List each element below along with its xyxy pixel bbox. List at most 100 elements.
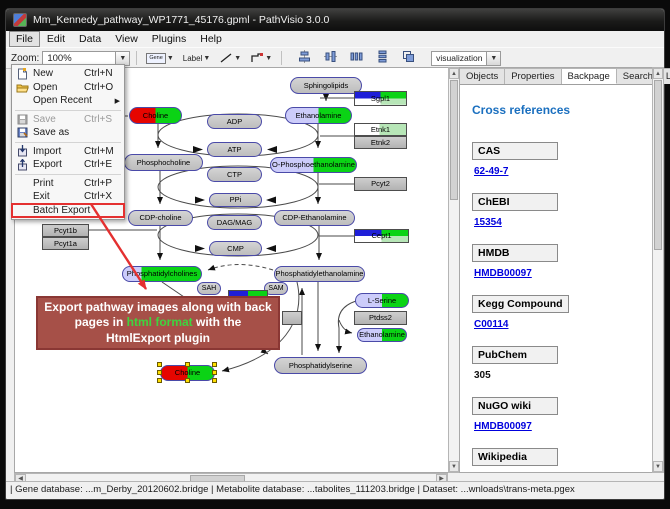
selection-handle[interactable] [185,362,190,367]
panel-scrollbar[interactable]: ▲ ▼ [652,67,664,473]
file-menu-popup: NewCtrl+NOpenCtrl+OOpen Recent▶ SaveCtrl+… [11,64,125,220]
pathway-node-pcyt1b[interactable]: Pcyt1b [42,224,89,237]
menu-item-shortcut: Ctrl+E [84,159,120,170]
menubar-item-help[interactable]: Help [193,31,229,47]
tab-properties[interactable]: Properties [505,68,561,84]
file-menu-item-import[interactable]: ImportCtrl+M [12,145,124,159]
xref-section-hmdb: HMDBHMDB00097 [472,243,641,279]
title-bar[interactable]: Mm_Kennedy_pathway_WP1771_45176.gpml - P… [6,9,664,31]
distribute-vertical-icon [376,50,389,66]
pathway-node-o-phosphoethanolamine[interactable]: O-Phosphoethanolamine [270,157,357,173]
pathway-node-phosphocholine[interactable]: Phosphocholine [124,154,203,171]
pathway-node-adp[interactable]: ADP [207,114,262,129]
common-size-button[interactable] [398,50,418,66]
pathway-node-cmp[interactable]: CMP [209,241,262,256]
distribute-vertical-button[interactable] [372,50,392,66]
xref-link[interactable]: 15354 [474,217,641,228]
selection-handle[interactable] [157,378,162,383]
line-tool-button[interactable]: ▼ [216,50,244,66]
scroll-up-icon[interactable]: ▲ [653,68,663,79]
menubar-item-edit[interactable]: Edit [40,31,72,47]
node-label: Choline [143,112,168,120]
xref-link[interactable]: 62-49-7 [474,166,641,177]
chevron-down-icon[interactable]: ▼ [167,55,174,62]
scrollbar-thumb[interactable] [654,80,662,250]
pathway-node-ctp[interactable]: CTP [207,167,262,182]
node-label: Cept1 [371,232,391,240]
pathway-node-etnk1[interactable]: Etnk1 [354,123,407,136]
pathway-node-dag-mag[interactable]: DAG/MAG [207,215,262,230]
pathway-node-ethanolamine[interactable]: Ethanolamine [285,107,352,124]
file-menu-item-save[interactable]: SaveCtrl+S [12,113,124,127]
tab-objects[interactable]: Objects [460,68,505,84]
node-label: Pcyt1b [54,227,77,235]
visualization-dropdown-icon[interactable]: ▼ [486,52,500,65]
node-label: Sphingolipids [304,82,349,90]
align-middle-button[interactable] [320,50,340,66]
file-menu-item-batch-export[interactable]: Batch Export [12,204,124,218]
pathway-node-cdp-ethanolamine[interactable]: CDP-Ethanolamine [274,210,355,226]
pathway-node-atp[interactable]: ATP [207,142,262,157]
xref-link[interactable]: HMDB00097 [474,421,641,432]
pathway-node-unlabeled[interactable] [282,311,302,325]
pathway-node-ptdss2[interactable]: Ptdss2 [354,311,407,325]
pathway-node-cept1[interactable]: Cept1 [354,229,409,243]
cross-references-list: CAS62-49-7ChEBI15354HMDBHMDB00097Kegg Co… [472,141,641,469]
menubar-item-plugins[interactable]: Plugins [145,31,193,47]
file-menu-item-save-as[interactable]: Save as [12,126,124,140]
node-label: Pcyt1a [54,240,77,248]
selection-handle[interactable] [157,362,162,367]
pathway-node-cdp-choline[interactable]: CDP-choline [128,210,193,226]
pathway-node-phosphatidylcholines[interactable]: Phosphatidylcholines [122,266,202,282]
menu-bar: FileEditDataViewPluginsHelp [6,31,664,47]
chevron-down-icon[interactable]: ▼ [203,55,210,62]
zoom-dropdown-icon[interactable]: ▼ [115,52,129,65]
menubar-item-file[interactable]: File [9,31,40,47]
visualization-combobox[interactable]: visualization ▼ [431,51,501,66]
pathway-node-sah[interactable]: SAH [197,282,221,295]
pathway-node-ppi[interactable]: PPi [209,193,262,207]
gene-template-button[interactable]: Gene ▼ [143,51,176,66]
scroll-down-icon[interactable]: ▼ [449,461,459,472]
file-menu-item-open-recent[interactable]: Open Recent▶ [12,94,124,108]
pathway-node-sgpl1[interactable]: Sgpl1 [354,91,407,106]
zoom-value: 100% [43,53,115,64]
file-menu-item-export[interactable]: ExportCtrl+E [12,158,124,172]
align-center-button[interactable] [294,50,314,66]
selection-handle[interactable] [212,378,217,383]
menubar-item-view[interactable]: View [108,31,145,47]
connector-tool-button[interactable]: ▼ [247,50,275,66]
selection-handle[interactable] [157,370,162,375]
pathway-node-etnk2[interactable]: Etnk2 [354,136,407,149]
pathway-node-phosphatidylserine[interactable]: Phosphatidylserine [274,357,367,374]
pathway-node-pcyt1a[interactable]: Pcyt1a [42,237,89,250]
pathway-node-ethanolamine[interactable]: Ethanolamine [357,328,407,342]
pathway-node-choline[interactable]: Choline [129,107,182,124]
tab-backpage[interactable]: Backpage [562,68,617,84]
file-menu-item-print[interactable]: PrintCtrl+P [12,177,124,191]
distribute-horizontal-button[interactable] [346,50,366,66]
open-folder-icon [15,81,29,93]
menu-separator [15,110,121,111]
node-label: Choline [175,369,200,377]
selection-handle[interactable] [212,362,217,367]
file-menu-item-new[interactable]: NewCtrl+N [12,67,124,81]
xref-link[interactable]: C00114 [474,319,641,330]
scrollbar-thumb[interactable] [450,80,458,200]
label-template-button[interactable]: Label ▼ [180,52,214,65]
pathway-node-pcyt2[interactable]: Pcyt2 [354,177,407,191]
xref-link[interactable]: HMDB00097 [474,268,641,279]
scroll-up-icon[interactable]: ▲ [449,68,459,79]
pathway-node-sphingolipids[interactable]: Sphingolipids [290,77,362,94]
node-label: Sgpl1 [371,95,390,103]
chevron-down-icon[interactable]: ▼ [265,55,272,62]
selection-handle[interactable] [212,370,217,375]
scroll-down-icon[interactable]: ▼ [653,461,663,472]
selection-handle[interactable] [185,378,190,383]
menubar-item-data[interactable]: Data [72,31,108,47]
file-menu-item-open[interactable]: OpenCtrl+O [12,81,124,95]
pathway-node-phosphatidylethanolamine[interactable]: Phosphatidylethanolamine [274,266,365,282]
file-menu-item-exit[interactable]: ExitCtrl+X [12,190,124,204]
chevron-down-icon[interactable]: ▼ [234,55,241,62]
pathway-node-l-serine[interactable]: L-Serine [355,293,409,308]
